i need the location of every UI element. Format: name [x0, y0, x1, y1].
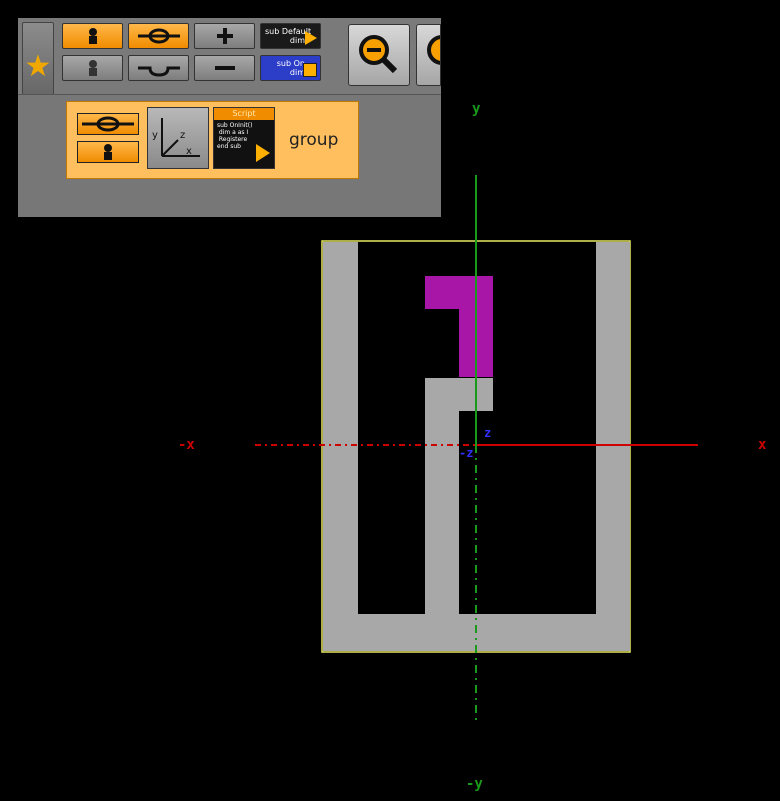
key-icon [82, 116, 134, 132]
script-default-label: sub Default dim [265, 27, 312, 45]
person-icon [88, 28, 97, 44]
axis-label-neg-z: -z [459, 446, 474, 460]
star-icon: ★ [24, 49, 52, 84]
zoom-out-icon [359, 35, 398, 74]
transform-axis-tile[interactable]: y z x [147, 107, 209, 169]
minus-icon [214, 66, 235, 70]
axis-label-x: x [758, 437, 767, 453]
zoom-out-button[interactable] [348, 24, 410, 86]
play-icon [256, 144, 270, 162]
remove-button[interactable] [194, 55, 255, 81]
plus-icon [216, 28, 233, 44]
node-person-button[interactable] [77, 141, 139, 163]
person-button[interactable] [62, 23, 123, 49]
person-gray-button[interactable] [62, 55, 123, 81]
key-icon [137, 28, 180, 44]
curve-icon [137, 66, 180, 77]
curve-button[interactable] [128, 55, 189, 81]
group-node[interactable]: y z x Script sub OnInit() dim a as I Reg… [66, 101, 359, 179]
key-button[interactable] [128, 23, 189, 49]
node-key-button[interactable] [77, 113, 139, 135]
script-on-button[interactable]: sub On dim [260, 55, 321, 81]
axis-label-neg-x: -x [178, 437, 195, 453]
person-icon [104, 144, 112, 160]
script-on-label: sub On dim [276, 59, 305, 77]
script-default-button[interactable]: sub Default dim [260, 23, 321, 49]
axis-gizmo-icon: y z x [152, 118, 200, 157]
group-label: group [289, 130, 339, 150]
axis-label-z: z [484, 426, 492, 440]
svg-text:z: z [180, 130, 185, 141]
script-tile[interactable]: Script sub OnInit() dim a as I Registere… [213, 107, 275, 169]
axis-label-y: y [472, 101, 481, 117]
play-icon [305, 31, 317, 45]
svg-text:y: y [152, 130, 158, 141]
add-button[interactable] [194, 23, 255, 49]
node-bar: y z x Script sub OnInit() dim a as I Reg… [18, 94, 441, 217]
person-gray-icon [88, 60, 97, 76]
toolbar-panel: ★ sub Default dim sub On dim y z x Scrip… [18, 18, 441, 217]
stop-icon [303, 63, 317, 77]
zoom-in-icon [427, 35, 440, 65]
script-title: Script [214, 108, 274, 120]
axis-label-neg-y: -y [466, 776, 483, 792]
zoom-in-button[interactable] [416, 24, 441, 86]
svg-text:x: x [186, 146, 192, 157]
magenta-shape [425, 276, 493, 377]
